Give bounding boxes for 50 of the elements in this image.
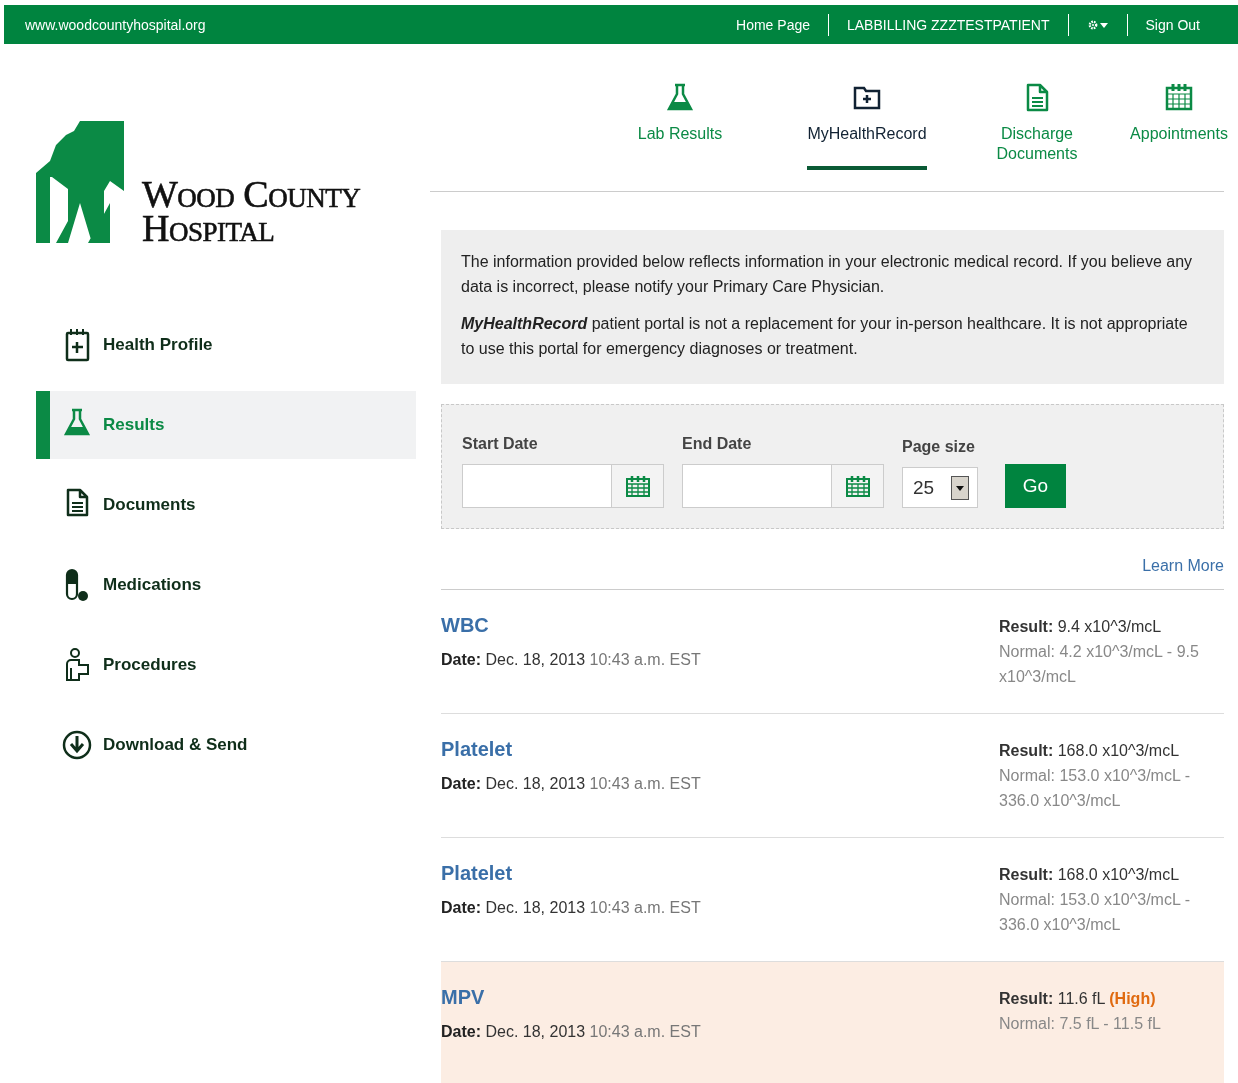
result-date: Date: Dec. 18, 2013 10:43 a.m. EST	[441, 775, 702, 793]
flask-icon	[665, 82, 695, 112]
sidebar-item[interactable]: Procedures	[36, 631, 416, 699]
calendar-icon	[1164, 82, 1194, 112]
normal-range: Normal: 153.0 x10^3/mcL - 336.0 x10^3/mcL	[999, 766, 1191, 811]
normal-range: Normal: 7.5 fL - 11.5 fL	[999, 1014, 1162, 1034]
calendar-button[interactable]	[831, 465, 883, 507]
go-button[interactable]: Go	[1005, 464, 1066, 508]
field-label: End Date	[682, 435, 753, 453]
result-value: Result: 9.4 x10^3/mcL	[999, 617, 1163, 637]
result-value: Result: 168.0 x10^3/mcL	[999, 741, 1181, 761]
result-date: Date: Dec. 18, 2013 10:43 a.m. EST	[441, 651, 702, 669]
nav-tab[interactable]: Appointments	[1114, 44, 1238, 170]
result-name-link[interactable]: WBC	[441, 614, 489, 637]
nav-tab[interactable]: Discharge Documents	[982, 44, 1092, 190]
field-label: Start Date	[462, 435, 539, 453]
result-name-link[interactable]: MPV	[441, 986, 485, 1009]
calendar-icon	[625, 475, 650, 497]
nav-tab[interactable]: Lab Results	[618, 44, 742, 170]
logo-text: Wood County	[142, 177, 361, 211]
result-date: Date: Dec. 18, 2013 10:43 a.m. EST	[441, 899, 702, 917]
sidebar-item[interactable]: Health Profile	[36, 311, 416, 379]
normal-range: Normal: 4.2 x10^3/mcL - 9.5 x10^3/mcL	[999, 642, 1200, 687]
result-value: Result: 11.6 fL (High)	[999, 989, 1157, 1009]
settings-icon[interactable]	[1086, 18, 1109, 31]
top-link[interactable]: Sign Out	[1126, 13, 1218, 36]
nav-tab[interactable]: MyHealthRecord	[782, 44, 952, 170]
logo-text: Hospital	[142, 211, 276, 245]
page-size-select[interactable]: 25	[902, 467, 978, 508]
top-link[interactable]: LABBILLING ZZZTESTPATIENT	[828, 13, 1068, 36]
result-name-link[interactable]: Platelet	[441, 738, 513, 761]
date-field[interactable]	[682, 464, 884, 508]
result-name-link[interactable]: Platelet	[441, 862, 513, 885]
result-date: Date: Dec. 18, 2013 10:43 a.m. EST	[441, 1023, 702, 1041]
sidebar-item[interactable]: Documents	[36, 471, 416, 539]
sidebar-item[interactable]: Medications	[36, 551, 416, 619]
field-label: Page size	[902, 438, 976, 456]
logo-icon	[36, 121, 124, 243]
calendar-icon	[845, 475, 870, 497]
normal-range: Normal: 153.0 x10^3/mcL - 336.0 x10^3/mcL	[999, 890, 1191, 935]
sidebar-item[interactable]: Download & Send	[36, 711, 416, 779]
learn-more-link[interactable]: Learn More	[1142, 557, 1224, 575]
notice-text: MyHealthRecord patient portal is not a replacement for your in-person healthcare. It is not appropriate to use this portal for emergency diagnoses or treatment.	[461, 314, 1189, 359]
result-value: Result: 168.0 x10^3/mcL	[999, 865, 1181, 885]
sidebar-item[interactable]: Results	[36, 391, 416, 459]
calendar-button[interactable]	[611, 465, 663, 507]
notice-text: The information provided below reflects information in your electronic medical record. If you believe any data is incorrect, please notify your Primary Care Physician.	[461, 252, 1194, 297]
date-field[interactable]	[462, 464, 664, 508]
site-url: www.woodcountyhospital.org	[25, 16, 207, 33]
top-link[interactable]: Home Page	[718, 13, 828, 36]
